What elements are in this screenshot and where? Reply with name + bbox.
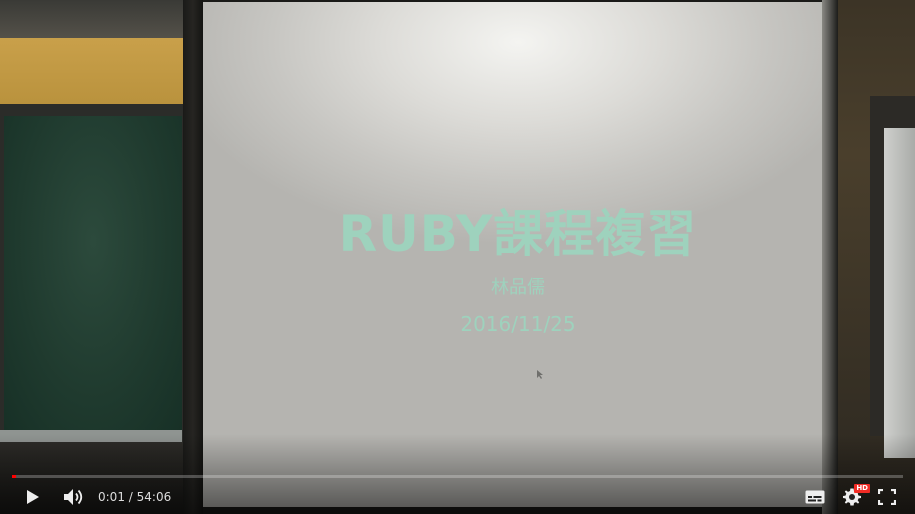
play-icon: [27, 490, 39, 504]
right-board: [884, 128, 915, 458]
mouse-cursor-icon: [537, 370, 543, 379]
volume-icon: [64, 489, 83, 505]
progress-bar[interactable]: [12, 475, 903, 478]
time-separator: /: [128, 490, 133, 504]
chalkboard: [4, 116, 182, 430]
play-button[interactable]: [18, 480, 48, 514]
fullscreen-icon: [878, 489, 896, 505]
hd-badge: HD: [854, 484, 870, 493]
ceiling: [0, 0, 190, 40]
current-time: 0:01: [98, 490, 125, 504]
settings-button[interactable]: HD: [838, 480, 870, 514]
slide-author: 林品儒: [491, 277, 545, 298]
mute-button[interactable]: [58, 480, 90, 514]
wall-left: [0, 38, 188, 110]
video-player[interactable]: RUBY課程複習 林品儒 2016/11/25 0:01 / 54:06 HD: [0, 0, 915, 514]
subtitles-icon: [805, 490, 825, 504]
slide-title: RUBY課程複習: [338, 205, 698, 263]
fullscreen-button[interactable]: [874, 480, 900, 514]
slide-date: 2016/11/25: [460, 312, 576, 336]
subtitles-button[interactable]: [802, 480, 828, 514]
control-bar: 0:01 / 54:06 HD: [0, 480, 915, 514]
duration: 54:06: [136, 490, 172, 504]
time-display: 0:01 / 54:06: [98, 480, 171, 514]
progress-played: [12, 475, 16, 478]
